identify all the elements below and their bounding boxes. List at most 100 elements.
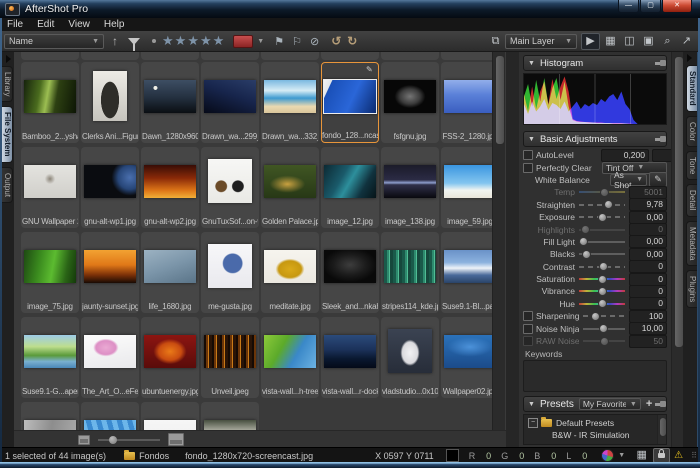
adjustment-value[interactable]: 0 [629, 297, 667, 310]
thumbnail-tile[interactable] [21, 402, 79, 430]
slider-handle[interactable] [581, 225, 590, 234]
adjustment-value[interactable]: 0 [629, 223, 667, 236]
preset-item[interactable]: B&W - IR Simulation [528, 429, 666, 441]
menu-item-view[interactable]: View [61, 18, 97, 31]
collapse-arrow-icon[interactable]: ▼ [528, 60, 535, 67]
basic-adjustments-header[interactable]: ▼ Basic Adjustments [523, 131, 667, 147]
sharpening-checkbox[interactable] [523, 311, 533, 321]
slider-handle[interactable] [600, 188, 609, 197]
preset-item[interactable]: B&W - Simple [528, 441, 666, 445]
expander-icon[interactable]: − [528, 418, 538, 428]
thumbnail-tile[interactable]: The_Art_O...eFear.jpg [81, 317, 139, 398]
filter-icon[interactable] [128, 38, 140, 45]
panel-tab-color[interactable]: Color [686, 116, 697, 147]
thumbnail-tile[interactable] [141, 402, 199, 430]
temp-slider[interactable] [579, 191, 625, 193]
white-balance-select[interactable]: As Shot▼ [610, 174, 647, 186]
sidebar-tab-library[interactable]: Library [2, 66, 13, 102]
adjustment-value[interactable]: 50 [629, 335, 667, 348]
presets-header[interactable]: ▼ Presets My Favorites ▼ + [523, 396, 667, 412]
thumbnail-tile[interactable]: Suse9.1-G...apers.jpg [21, 317, 79, 398]
thumbnail-tile[interactable]: Wallpaper02.jpg [441, 317, 499, 398]
raw-noise-slider[interactable] [583, 340, 625, 342]
thumbnail-tile[interactable]: Sleek_and...nkahn.jpg [321, 232, 379, 313]
rating-star-icon[interactable]: ★ [213, 33, 226, 49]
thumbnail-tile[interactable]: meditate.jpg [261, 232, 319, 313]
adjustment-value[interactable]: 0,00 [629, 211, 667, 224]
thumbnail-size-slider[interactable] [98, 439, 160, 441]
pin-icon[interactable] [655, 403, 662, 406]
close-button[interactable]: ✕ [662, 0, 692, 13]
thumbnail-tile[interactable]: vista-wall...h-tree.jpg [261, 317, 319, 398]
browse-panes-view-icon[interactable]: ◫ [621, 34, 638, 49]
sidebar-tab-file-system[interactable]: File System [2, 106, 13, 162]
thumbnail-tile[interactable]: Bamboo_2...ysha.jpg [21, 62, 79, 143]
panel-collapse-arrow-icon[interactable] [6, 55, 11, 63]
thumbnail-tile[interactable]: life_1680.jpg [141, 232, 199, 313]
collapse-arrow-icon[interactable]: ▼ [528, 136, 535, 143]
highlights-slider[interactable] [579, 229, 625, 231]
adjustment-value[interactable]: 0 [629, 273, 667, 286]
color-label-dropdown-icon[interactable]: ▼ [257, 38, 264, 45]
slider-handle[interactable] [598, 299, 607, 308]
slider-handle[interactable] [591, 312, 600, 321]
slider-handle[interactable] [598, 287, 607, 296]
noise-ninja-checkbox[interactable] [523, 324, 533, 334]
menu-item-edit[interactable]: Edit [30, 18, 61, 31]
chevron-down-icon[interactable]: ▼ [618, 452, 625, 459]
adjustment-value[interactable]: 100 [629, 310, 667, 323]
exposure-slider[interactable] [579, 216, 625, 218]
presets-favorites-select[interactable]: My Favorites ▼ [579, 398, 641, 410]
sort-select[interactable]: Name ▼ [4, 34, 104, 49]
thumbnail-tile[interactable]: me-gusta.jpg [201, 232, 259, 313]
resize-grip[interactable]: ⠿ [691, 451, 697, 460]
adjustment-value[interactable]: 0 [629, 285, 667, 298]
right-panel-scrollbar[interactable] [671, 52, 683, 447]
thumbnail-tile[interactable]: image_75.jpg [21, 232, 79, 313]
panel-collapse-arrow-icon[interactable] [687, 54, 692, 62]
panel-tab-plugins[interactable]: Plugins [686, 270, 697, 308]
slider-handle[interactable] [604, 200, 613, 209]
grid-scrollbar[interactable] [492, 52, 505, 430]
adjustment-value[interactable]: 0,00 [629, 248, 667, 261]
flag-reject-icon[interactable]: ⊘ [310, 35, 319, 48]
adjustment-value[interactable]: 9,78 [629, 198, 667, 211]
fill-light-slider[interactable] [579, 241, 625, 243]
thumbnail-tile[interactable]: Clerks Ani...Figure.jpg [81, 62, 139, 143]
thumbnail-tile[interactable] [81, 402, 139, 430]
maximize-button[interactable]: ▢ [640, 0, 661, 13]
magnifier-icon[interactable]: ⌕ [659, 34, 676, 49]
thumbnail-size-handle[interactable] [109, 436, 117, 444]
thumbnail-tile[interactable]: vladstudio...0x1024.jpg [381, 317, 439, 398]
rating-star-icon[interactable]: ★ [200, 33, 213, 49]
thumbnail-tile[interactable]: ✎fondo_128...ncast.jpg [321, 62, 379, 143]
adjustment-value[interactable]: 0 [629, 260, 667, 273]
perfectly-clear-checkbox[interactable] [523, 163, 533, 173]
small-thumbnails-icon[interactable] [78, 435, 90, 445]
presets-scrollbar-thumb[interactable] [659, 417, 667, 437]
current-folder[interactable]: Fondos [139, 451, 169, 461]
thumbnail-tile[interactable]: ubuntuenergy.jpg [141, 317, 199, 398]
thumbnail-tile[interactable] [201, 402, 259, 430]
sharpening-slider[interactable] [583, 315, 625, 317]
panel-tab-metadata[interactable]: Metadata [686, 221, 697, 266]
rating-star-icon[interactable]: ★ [175, 33, 188, 49]
pin-icon[interactable] [655, 62, 662, 65]
sidebar-tab-output[interactable]: Output [2, 167, 13, 203]
collapse-arrow-icon[interactable]: ▼ [528, 401, 535, 408]
slider-handle[interactable] [600, 337, 609, 346]
menu-item-file[interactable]: File [0, 18, 30, 31]
slideshow-icon[interactable]: ▶ [581, 33, 600, 50]
thumbnail-tile[interactable]: image_138.jpg [381, 147, 439, 228]
color-management-icon[interactable] [601, 449, 614, 462]
saturation-slider[interactable] [579, 278, 625, 280]
grid-scrollbar-thumb[interactable] [495, 55, 505, 145]
adjustment-value[interactable]: 5001 [629, 186, 667, 199]
thumbnail-tile[interactable]: gnu-alt-wp1.jpg [81, 147, 139, 228]
color-label-swatch[interactable] [233, 35, 253, 48]
thumbnail-tile[interactable]: Golden Palace.jpg [261, 147, 319, 228]
thumbnail-tile[interactable]: Unveil.jpeg [201, 317, 259, 398]
slider-handle[interactable] [582, 250, 591, 259]
menu-item-help[interactable]: Help [97, 18, 132, 31]
autolevel-value[interactable]: 0,200 [652, 149, 671, 162]
